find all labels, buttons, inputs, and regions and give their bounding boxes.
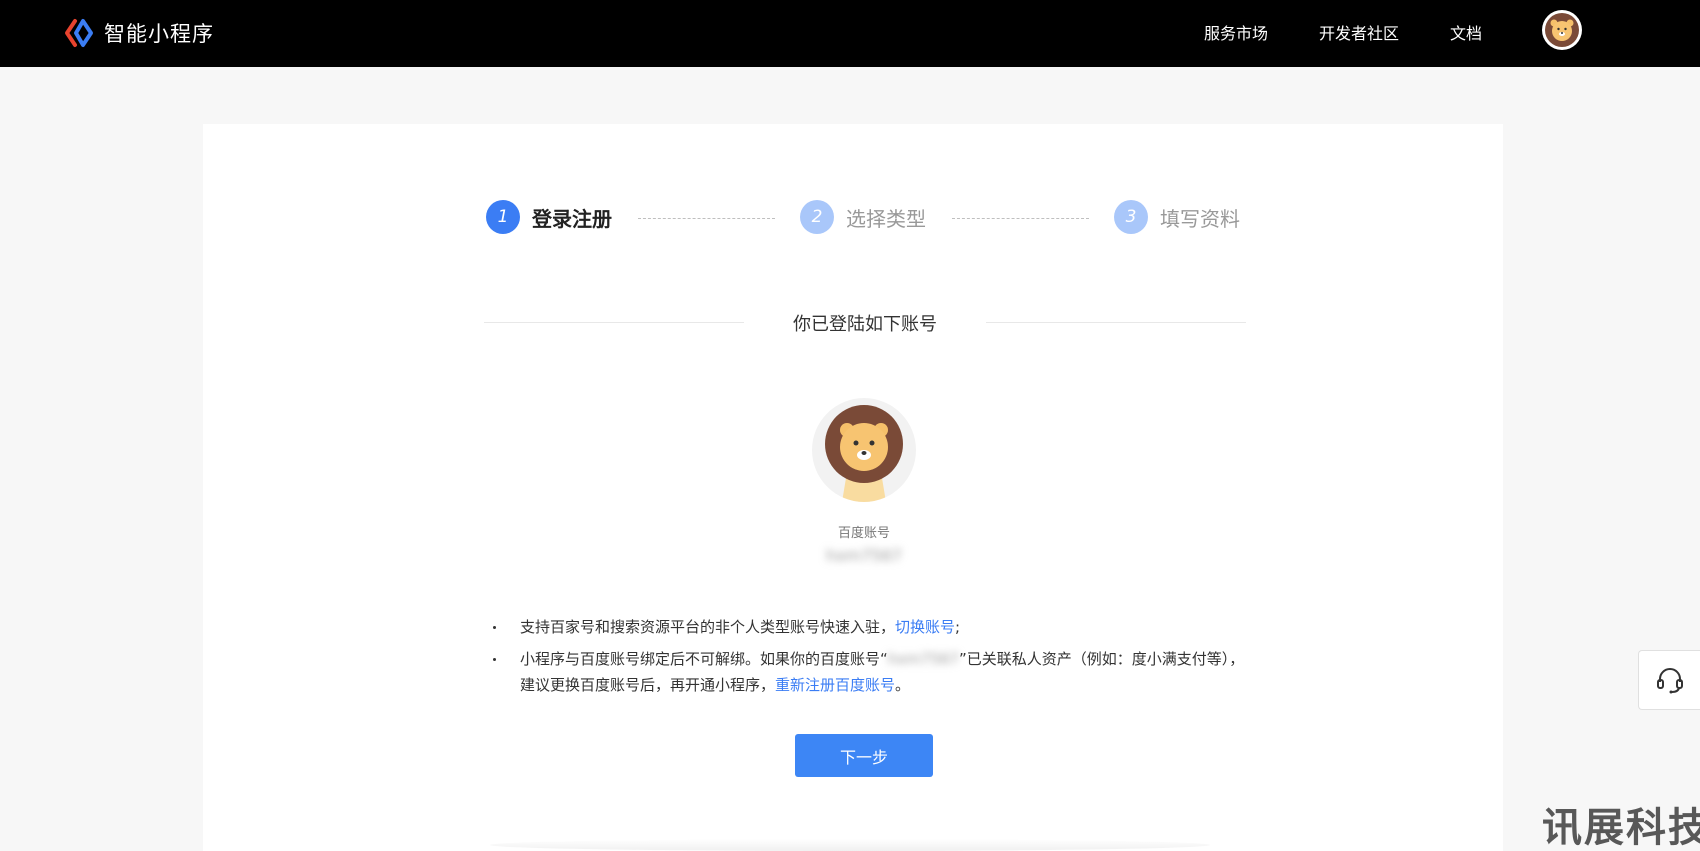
nav-docs[interactable]: 文档 [1450, 20, 1482, 44]
nav-developer-community[interactable]: 开发者社区 [1319, 20, 1399, 44]
step-3: 3 填写资料 [1114, 200, 1240, 234]
note-1-text: 支持百家号和搜索资源平台的非个人类型账号快速入驻， [520, 618, 896, 636]
user-avatar[interactable] [1542, 10, 1582, 50]
notes-list: 支持百家号和搜索资源平台的非个人类型账号快速入驻，切换账号; 小程序与百度账号绑… [490, 614, 1250, 698]
account-type-label: 百度账号 [837, 526, 890, 541]
brand-name: 智能小程序 [104, 22, 214, 46]
step-2-number: 2 [800, 200, 834, 234]
switch-account-link[interactable]: 切换账号 [895, 618, 955, 636]
step-1-number: 1 [486, 200, 520, 234]
step-2-label: 选择类型 [846, 206, 926, 231]
brand-logo-icon [65, 19, 93, 47]
lion-avatar-icon [1545, 13, 1579, 47]
nav-service-market[interactable]: 服务市场 [1204, 20, 1268, 44]
lion-avatar-icon [825, 405, 903, 502]
section-divider-right [986, 322, 1246, 323]
note-1-end: ; [955, 618, 961, 636]
top-navbar: 智能小程序 服务市场 开发者社区 文档 [0, 0, 1700, 67]
step-3-label: 填写资料 [1160, 206, 1240, 231]
step-2: 2 选择类型 [800, 200, 926, 234]
note-item-1: 支持百家号和搜索资源平台的非个人类型账号快速入驻，切换账号; [490, 614, 1250, 640]
note-2-text-a: 小程序与百度账号绑定后不可解绑。如果你的百度账号“ [520, 650, 888, 668]
card-shadow [490, 839, 1210, 851]
account-avatar [812, 398, 916, 502]
headset-icon [1656, 668, 1683, 694]
step-connector-1 [638, 218, 775, 219]
note-2-end: 。 [895, 676, 911, 694]
next-step-button[interactable]: 下一步 [795, 734, 933, 777]
watermark: 讯展科技 [1542, 805, 1700, 851]
section-divider-left [484, 322, 744, 323]
step-3-number: 3 [1114, 200, 1148, 234]
reregister-account-link[interactable]: 重新注册百度账号 [775, 676, 895, 694]
section-title: 你已登陆如下账号 [793, 314, 937, 335]
step-connector-2 [952, 218, 1089, 219]
brand[interactable]: 智能小程序 [64, 16, 214, 50]
note-2-account-name: hxm7567 [887, 650, 959, 668]
note-item-2: 小程序与百度账号绑定后不可解绑。如果你的百度账号“hxm7567”已关联私人资产… [490, 646, 1250, 698]
step-1-label: 登录注册 [532, 206, 612, 231]
step-1: 1 登录注册 [486, 200, 612, 234]
account-name: hxm7567 [826, 546, 902, 565]
customer-service-button[interactable] [1638, 650, 1700, 710]
